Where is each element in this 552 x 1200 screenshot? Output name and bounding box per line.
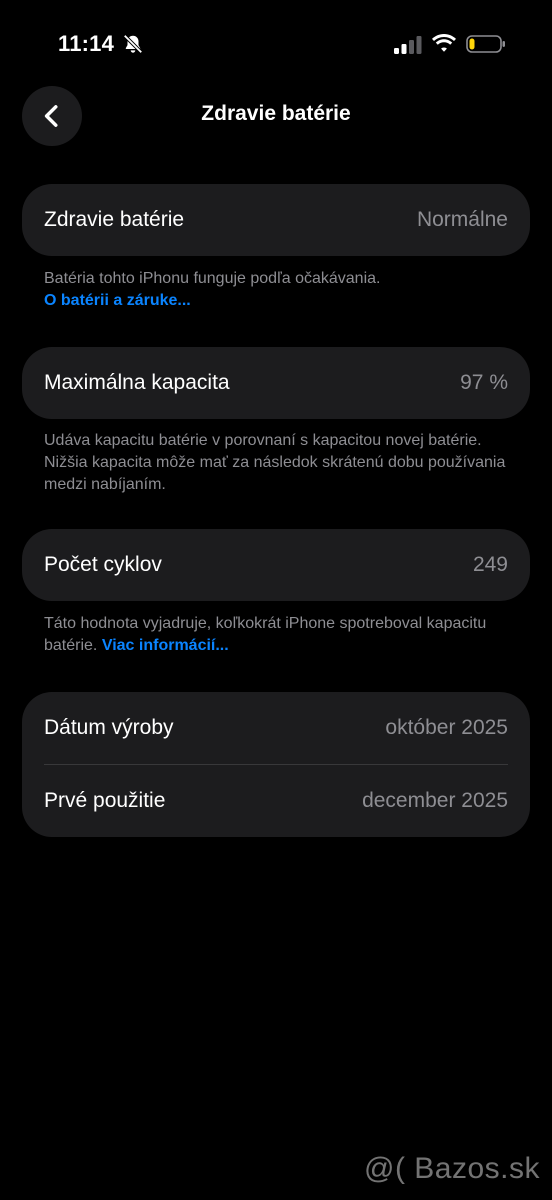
manufacture-date-value: október 2025 bbox=[385, 716, 508, 739]
first-use-label: Prvé použitie bbox=[44, 789, 166, 812]
battery-health-card: Zdravie batérie Normálne bbox=[22, 184, 530, 256]
first-use-value: december 2025 bbox=[362, 789, 508, 812]
first-use-row: Prvé použitie december 2025 bbox=[22, 765, 530, 837]
max-capacity-row: Maximálna kapacita 97 % bbox=[22, 347, 530, 419]
bell-slash-icon bbox=[123, 34, 143, 54]
status-bar: 11:14 bbox=[0, 0, 552, 88]
dates-card: Dátum výroby október 2025 Prvé použitie … bbox=[22, 692, 530, 837]
battery-warranty-link[interactable]: O batérii a záruke... bbox=[44, 292, 191, 309]
cycle-count-label: Počet cyklov bbox=[44, 553, 162, 576]
battery-health-footnote-text: Batéria tohto iPhonu funguje podľa očaká… bbox=[44, 270, 381, 287]
bazos-watermark: @( Bazos.sk bbox=[364, 1152, 540, 1185]
max-capacity-footnote: Udáva kapacitu batérie v porovnaní s kap… bbox=[44, 432, 506, 493]
battery-health-footnote: Batéria tohto iPhonu funguje podľa očaká… bbox=[44, 268, 514, 312]
battery-health-row: Zdravie batérie Normálne bbox=[22, 184, 530, 256]
battery-health-screen: 11:14 Zdravie batérie Zdravie batérie No… bbox=[0, 0, 552, 1200]
max-capacity-value: 97 % bbox=[460, 371, 508, 394]
cycle-count-footnote: Táto hodnota vyjadruje, koľkokrát iPhone… bbox=[44, 613, 514, 657]
cycle-count-value: 249 bbox=[472, 553, 508, 576]
status-time: 11:14 bbox=[58, 31, 115, 56]
page-title: Zdravie batérie bbox=[201, 102, 351, 125]
manufacture-date-row: Dátum výroby október 2025 bbox=[22, 692, 530, 764]
more-info-link[interactable]: Viac informácií... bbox=[102, 637, 229, 654]
battery-health-label: Zdravie batérie bbox=[44, 208, 185, 231]
max-capacity-card: Maximálna kapacita 97 % bbox=[22, 347, 530, 419]
cycle-count-row: Počet cyklov 249 bbox=[22, 529, 530, 601]
max-capacity-label: Maximálna kapacita bbox=[44, 371, 230, 394]
cellular-signal-icon bbox=[394, 36, 422, 54]
battery-health-value: Normálne bbox=[416, 208, 508, 231]
wifi-icon bbox=[432, 34, 456, 52]
cycle-count-card: Počet cyklov 249 bbox=[22, 529, 530, 601]
battery-low-icon bbox=[466, 35, 505, 53]
manufacture-date-label: Dátum výroby bbox=[44, 716, 174, 739]
